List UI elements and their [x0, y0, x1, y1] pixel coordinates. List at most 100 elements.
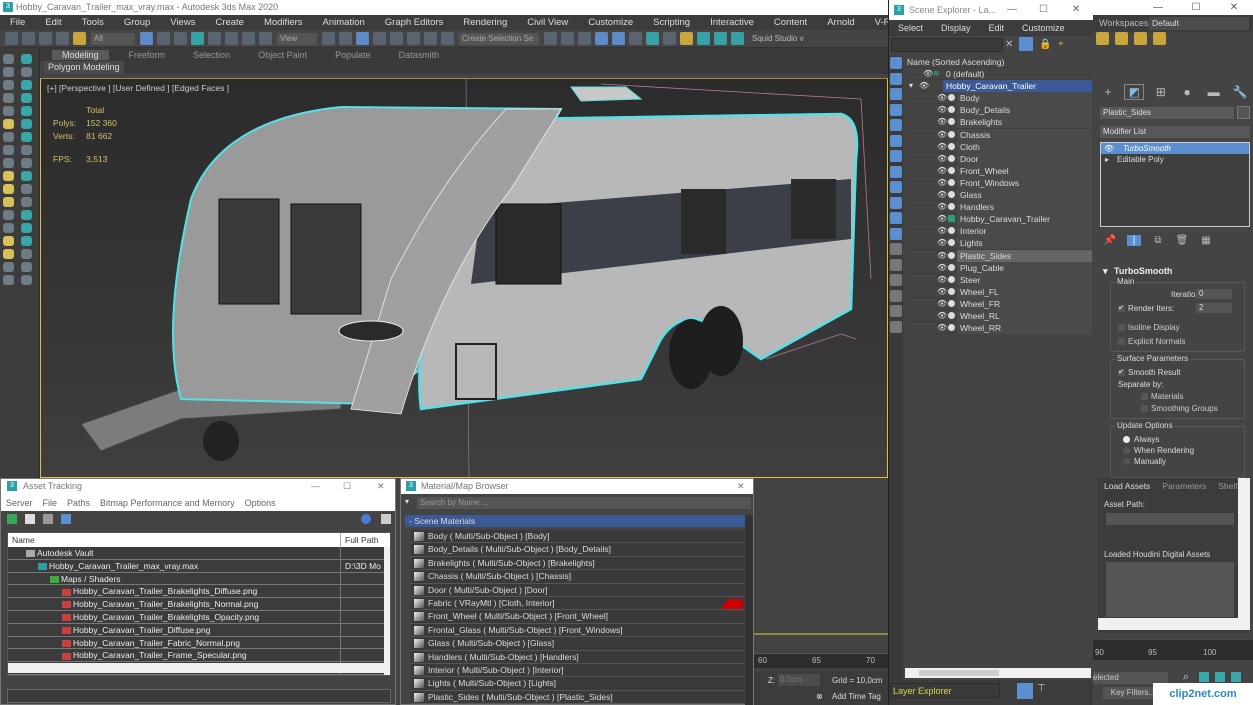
scene-object-row[interactable]: 👁 Steer [905, 273, 1094, 286]
workspaces-dropdown[interactable]: Default [1149, 17, 1249, 30]
ribbon-tab-datasmith[interactable]: Datasmith [385, 50, 454, 60]
ring-icon[interactable] [21, 158, 32, 168]
helper-icon[interactable] [3, 145, 14, 155]
smoothing-groups-checkbox[interactable]: Smoothing Groups [1141, 404, 1218, 413]
filter-funnel-icon[interactable] [890, 289, 902, 302]
material-item[interactable]: Door ( Multi/Sub-Object ) [Door] [411, 583, 744, 597]
show-end-result-icon[interactable]: | [1127, 234, 1141, 246]
visibility-icon[interactable]: 👁 [937, 225, 947, 237]
visibility-icon[interactable]: 👁 [937, 298, 947, 310]
expand-arrow-icon[interactable]: ▾ [909, 80, 913, 92]
visibility-icon[interactable]: 👁 [937, 250, 947, 262]
scene-object-row[interactable]: 👁 Front_Windows [905, 176, 1094, 190]
reference-coordinate-dropdown[interactable]: View [277, 32, 317, 45]
scene-object-row[interactable]: 👁 Front_Wheel [905, 164, 1094, 177]
scene-object-row[interactable]: 👁 Chassis [905, 128, 1094, 141]
add-time-tag-button[interactable]: Add Time Tag [832, 692, 881, 701]
visibility-icon[interactable]: 👁 [937, 177, 947, 189]
update-manually-radio[interactable]: Manually [1123, 457, 1166, 466]
text-icon[interactable] [21, 67, 32, 77]
screen-icon[interactable] [21, 223, 32, 233]
visibility-icon[interactable]: 👁 [937, 153, 947, 165]
timeline-ruler-right[interactable]: 90 95 100 [1093, 640, 1253, 660]
clear-search-icon[interactable]: ✕ [1005, 39, 1013, 50]
loaded-assets-list[interactable] [1106, 562, 1234, 617]
visibility-icon[interactable]: 👁 [937, 129, 947, 141]
asset-table-hscrollbar[interactable] [8, 663, 384, 673]
select-by-name-icon[interactable] [157, 32, 170, 45]
lock-icon[interactable]: 🔒 [1039, 39, 1051, 50]
se-menu-display[interactable]: Display [932, 23, 980, 33]
options-arrow-icon[interactable]: ▾ [405, 497, 409, 506]
modifier-visibility-icon[interactable]: 👁 [1104, 143, 1114, 154]
configure-modifier-sets-icon[interactable]: ▦ [1199, 235, 1213, 246]
schematic-view-icon[interactable] [646, 32, 659, 45]
layer-explorer-icon[interactable] [595, 32, 608, 45]
visibility-icon[interactable]: 👁 [937, 310, 947, 322]
ribbon-tab-object-paint[interactable]: Object Paint [244, 50, 321, 60]
layer-tool-icon[interactable] [1096, 32, 1109, 45]
display-spacewarps-icon[interactable] [890, 134, 902, 147]
houdini-vscrollbar[interactable] [1238, 478, 1250, 618]
display-cameras-icon[interactable] [890, 103, 902, 116]
time-tag-icon[interactable]: ⊗ [816, 692, 823, 701]
material-item[interactable]: Body ( Multi/Sub-Object ) [Body] [411, 530, 744, 544]
spacewarp-icon[interactable] [3, 158, 14, 168]
zoom-extents-all-icon[interactable] [1231, 672, 1241, 682]
table-view-icon[interactable] [43, 514, 53, 524]
help-icon[interactable] [361, 514, 371, 524]
menu-edit[interactable]: Edit [35, 17, 71, 28]
scene-explorer-toggle-icon[interactable] [578, 32, 591, 45]
filter-funnel-solid-icon[interactable] [890, 305, 902, 317]
menu-group[interactable]: Group [114, 17, 160, 28]
display-frozen-icon[interactable] [890, 212, 902, 224]
crosshair-icon[interactable] [21, 236, 32, 246]
maximize-button[interactable]: ☐ [1177, 0, 1215, 15]
at-maximize-button[interactable]: ☐ [343, 479, 351, 494]
move-gizmo-icon[interactable] [21, 275, 32, 285]
named-selection-dropdown[interactable]: Create Selection Se [459, 32, 539, 45]
box-icon[interactable] [3, 93, 14, 103]
material-item[interactable]: Front_Wheel ( Multi/Sub-Object ) [Front_… [411, 610, 744, 624]
particles-icon[interactable] [3, 262, 14, 272]
at-menu-file[interactable]: File [38, 498, 63, 508]
minimize-button[interactable]: — [1139, 0, 1177, 15]
modify-tab-icon[interactable]: ◩ [1124, 84, 1145, 100]
at-menu-paths[interactable]: Paths [62, 498, 95, 508]
object-name-field[interactable]: Plastic_Sides [1100, 107, 1234, 119]
display-geometry-icon[interactable] [890, 57, 902, 69]
link-icon[interactable] [39, 32, 52, 45]
menu-scripting[interactable]: Scripting [643, 17, 700, 28]
menu-file[interactable]: File [0, 17, 35, 28]
help-settings-icon[interactable] [381, 514, 391, 524]
material-item[interactable]: Frontal_Glass ( Multi/Sub-Object ) [Fron… [411, 623, 744, 638]
menu-views[interactable]: Views [160, 17, 205, 28]
visibility-icon[interactable]: 👁 [937, 141, 947, 153]
isoline-display-checkbox[interactable]: Isoline Display [1118, 323, 1180, 332]
se-column-header[interactable]: Name (Sorted Ascending) [905, 56, 1094, 69]
visibility-icon[interactable]: 👁 [937, 274, 947, 286]
pyramid-icon[interactable] [21, 106, 32, 116]
percent-snap-icon[interactable] [407, 32, 420, 45]
ribbon-tab-selection[interactable]: Selection [179, 50, 244, 60]
display-groups-icon[interactable] [890, 150, 902, 162]
display-invert-icon[interactable] [890, 274, 902, 286]
squid-studio-dropdown[interactable]: Squid Studio v [749, 33, 807, 45]
undo-icon[interactable] [5, 32, 18, 45]
scene-object-row[interactable]: 👁 Glass [905, 189, 1094, 202]
flower-icon[interactable] [21, 184, 32, 194]
asset-row[interactable]: Hobby_Caravan_Trailer_Fabric_Normal.png [8, 636, 390, 650]
material-item[interactable]: Fabric ( VRayMtl ) [Cloth, Interior] [411, 596, 744, 611]
dome-light-icon[interactable] [3, 249, 14, 259]
photometric-icon[interactable] [3, 210, 14, 220]
make-unique-icon[interactable]: ⧉ [1151, 235, 1165, 246]
render-setup-icon[interactable] [680, 32, 693, 45]
visibility-icon[interactable]: 👁 [937, 189, 947, 201]
render-production-icon[interactable] [714, 32, 727, 45]
visibility-icon[interactable]: 👁 [937, 201, 947, 213]
menu-graph-editors[interactable]: Graph Editors [375, 17, 454, 28]
se-menu-customize[interactable]: Customize [1013, 23, 1074, 33]
display-all-icon[interactable] [890, 243, 902, 255]
bind-space-warp-icon[interactable] [73, 32, 86, 45]
scene-object-row[interactable]: 👁 Body [905, 92, 1094, 105]
